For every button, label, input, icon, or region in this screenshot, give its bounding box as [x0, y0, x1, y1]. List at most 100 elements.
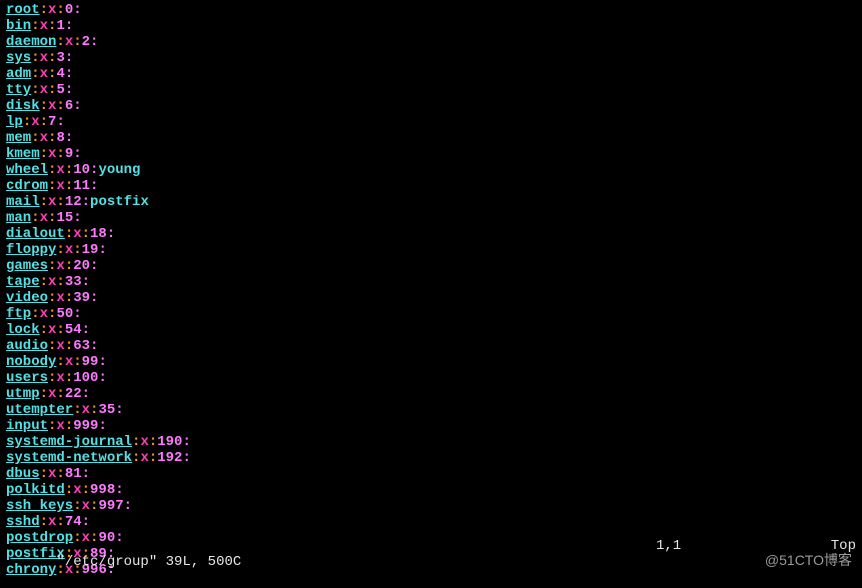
password-field: x [56, 178, 64, 194]
field-separator: : [65, 482, 73, 498]
field-separator: : [40, 114, 48, 130]
field-separator: : [73, 354, 81, 370]
field-separator: : [65, 338, 73, 354]
field-separator: : [65, 178, 73, 194]
group-id: 63 [73, 338, 90, 354]
field-separator: : [82, 226, 90, 242]
field-separator: : [65, 226, 73, 242]
group-id: 997 [98, 498, 123, 514]
group-name: tty [6, 82, 31, 98]
group-id: 99 [82, 354, 99, 370]
group-entry: systemd-network:x:192: [6, 450, 856, 466]
terminal-viewport[interactable]: root:x:0:bin:x:1:daemon:x:2:sys:x:3:adm:… [0, 0, 862, 588]
field-separator: : [56, 466, 64, 482]
field-separator: : [65, 82, 73, 98]
group-id: 8 [56, 130, 64, 146]
password-field: x [40, 130, 48, 146]
field-separator: : [56, 242, 64, 258]
field-separator: : [115, 402, 123, 418]
field-separator: : [73, 34, 81, 50]
group-id: 22 [65, 386, 82, 402]
group-members: young [98, 162, 140, 178]
group-entry: tty:x:5: [6, 82, 856, 98]
field-separator: : [149, 450, 157, 466]
field-separator: : [98, 370, 106, 386]
group-entry: sys:x:3: [6, 50, 856, 66]
group-name: utmp [6, 386, 40, 402]
field-separator: : [115, 482, 123, 498]
field-separator: : [65, 50, 73, 66]
field-separator: : [56, 146, 64, 162]
group-entry: mem:x:8: [6, 130, 856, 146]
group-name: sshd [6, 514, 40, 530]
group-entry: wheel:x:10:young [6, 162, 856, 178]
group-entry: dbus:x:81: [6, 466, 856, 482]
password-field: x [40, 66, 48, 82]
group-name: tape [6, 274, 40, 290]
group-id: 9 [65, 146, 73, 162]
password-field: x [140, 450, 148, 466]
field-separator: : [65, 162, 73, 178]
field-separator: : [56, 514, 64, 530]
group-entry: sshd:x:74: [6, 514, 856, 530]
group-entry: lock:x:54: [6, 322, 856, 338]
password-field: x [56, 418, 64, 434]
password-field: x [40, 210, 48, 226]
group-name: mem [6, 130, 31, 146]
password-field: x [40, 82, 48, 98]
group-entry: input:x:999: [6, 418, 856, 434]
group-name: floppy [6, 242, 56, 258]
field-separator: : [90, 290, 98, 306]
field-separator: : [65, 258, 73, 274]
group-name: lock [6, 322, 40, 338]
password-field: x [65, 242, 73, 258]
password-field: x [65, 354, 73, 370]
file-content: root:x:0:bin:x:1:daemon:x:2:sys:x:3:adm:… [6, 2, 856, 578]
password-field: x [56, 290, 64, 306]
group-entry: kmem:x:9: [6, 146, 856, 162]
group-entry: disk:x:6: [6, 98, 856, 114]
group-name: games [6, 258, 48, 274]
group-id: 2 [82, 34, 90, 50]
field-separator: : [56, 322, 64, 338]
group-name: dbus [6, 466, 40, 482]
field-separator: : [90, 178, 98, 194]
group-id: 33 [65, 274, 82, 290]
field-separator: : [73, 402, 81, 418]
field-separator: : [124, 498, 132, 514]
group-entry: lp:x:7: [6, 114, 856, 130]
group-id: 192 [157, 450, 182, 466]
field-separator: : [31, 130, 39, 146]
field-separator: : [40, 386, 48, 402]
password-field: x [82, 402, 90, 418]
password-field: x [56, 162, 64, 178]
group-id: 18 [90, 226, 107, 242]
field-separator: : [40, 466, 48, 482]
group-name: root [6, 2, 40, 18]
field-separator: : [31, 50, 39, 66]
group-name: systemd-network [6, 450, 132, 466]
group-name: audio [6, 338, 48, 354]
group-id: 3 [56, 50, 64, 66]
group-id: 35 [98, 402, 115, 418]
field-separator: : [56, 274, 64, 290]
field-separator: : [73, 146, 81, 162]
field-separator: : [65, 290, 73, 306]
password-field: x [31, 114, 39, 130]
password-field: x [73, 226, 81, 242]
status-filename: "/etc/group" 39L, 500C [6, 538, 656, 586]
group-entry: utmp:x:22: [6, 386, 856, 402]
field-separator: : [40, 146, 48, 162]
field-separator: : [65, 18, 73, 34]
field-separator: : [65, 418, 73, 434]
group-id: 190 [157, 434, 182, 450]
field-separator: : [182, 434, 190, 450]
group-id: 6 [65, 98, 73, 114]
password-field: x [40, 306, 48, 322]
group-id: 39 [73, 290, 90, 306]
field-separator: : [73, 2, 81, 18]
watermark: @51CTO博客 [765, 552, 852, 568]
field-separator: : [98, 354, 106, 370]
group-id: 54 [65, 322, 82, 338]
field-separator: : [56, 354, 64, 370]
